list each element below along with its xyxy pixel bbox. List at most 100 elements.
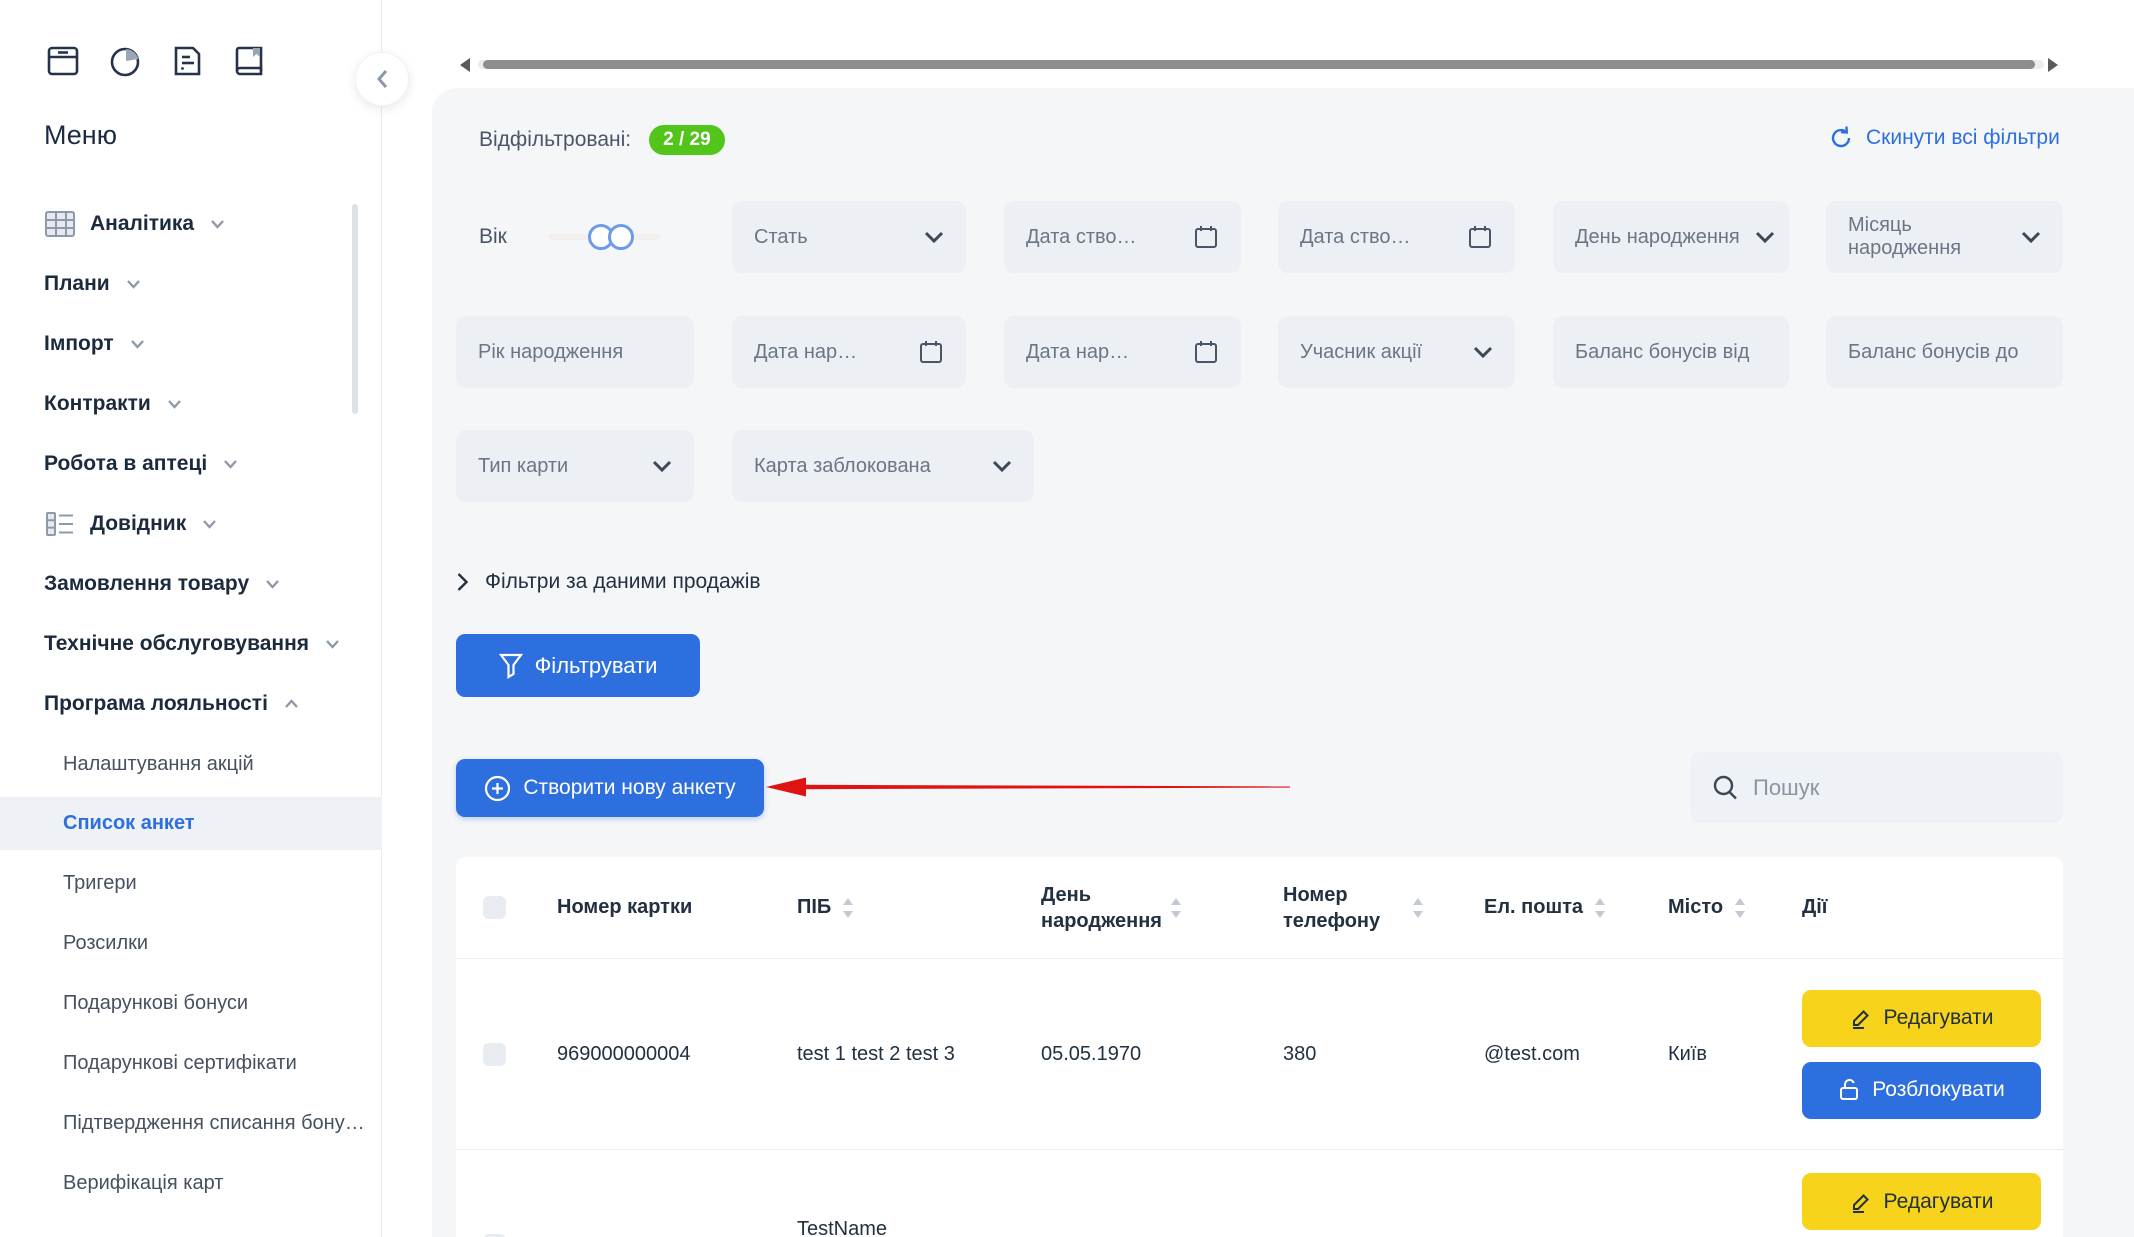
chevron-down-icon <box>652 460 672 472</box>
sidebar-item-contracts[interactable]: Контракти <box>44 388 182 420</box>
filter-gender-select[interactable]: Стать <box>732 201 966 273</box>
sidebar-scrollbar[interactable] <box>352 204 358 414</box>
age-slider-handle-max[interactable] <box>608 224 634 250</box>
sort-icon[interactable] <box>1593 897 1607 919</box>
sidebar-item-goods-order[interactable]: Замовлення товару <box>44 568 280 600</box>
sidebar-subitem-mailings[interactable]: Розсилки <box>0 917 382 970</box>
sidebar-subitem-gift-certificates[interactable]: Подарункові сертифікати <box>0 1037 382 1090</box>
table-row: 969000000004 test 1 test 2 test 3 05.05.… <box>456 959 2063 1150</box>
sidebar-item-directory[interactable]: Довідник <box>44 508 217 540</box>
filter-birth-year-input[interactable] <box>456 316 694 388</box>
cell-full-name: test 1 test 2 test 3 <box>797 1043 955 1065</box>
sidebar-subitem-triggers[interactable]: Тригери <box>0 857 382 910</box>
cell-city: Київ <box>1668 1043 1707 1065</box>
app-root: Меню Аналітика Плани Імпорт Контракти Ро… <box>0 0 2134 1237</box>
create-questionnaire-button[interactable]: Створити нову анкету <box>456 759 764 817</box>
filter-button[interactable]: Фільтрувати <box>456 634 700 697</box>
search-icon <box>1712 774 1739 801</box>
sidebar-item-label: Технічне обслуговування <box>44 632 309 656</box>
sidebar-subitem-bonus-writeoff-confirm[interactable]: Підтвердження списання бону… <box>0 1097 382 1150</box>
edit-button-label: Редагувати <box>1884 1190 1994 1214</box>
age-filter: Вік <box>479 201 507 273</box>
calendar-icon <box>918 339 944 365</box>
filter-bonus-from-input[interactable] <box>1553 316 1789 388</box>
sort-icon[interactable] <box>841 897 855 919</box>
filter-label: Місяць народження <box>1848 214 1978 260</box>
filter-label: Учасник акції <box>1300 341 1422 364</box>
cell-phone: 380 <box>1283 1043 1316 1065</box>
chevron-down-icon <box>924 231 944 243</box>
search-input[interactable] <box>1753 775 2041 801</box>
table-header-row: Номер картки ПІБ День народження Номер т… <box>456 857 2063 959</box>
sidebar-subitem-gift-bonuses[interactable]: Подарункові бонуси <box>0 977 382 1030</box>
cell-card-number: 969000000004 <box>557 1043 690 1065</box>
subitem-label: Підтвердження списання бону… <box>63 1112 365 1135</box>
birth-year-input[interactable] <box>478 341 672 364</box>
chevron-up-icon <box>284 699 299 709</box>
sidebar-item-label: Аналітика <box>90 212 194 236</box>
sort-icon[interactable] <box>1733 897 1747 919</box>
sales-filters-toggle[interactable]: Фільтри за даними продажів <box>456 570 761 594</box>
plus-circle-icon <box>484 775 511 802</box>
select-all-checkbox[interactable] <box>483 896 506 919</box>
sidebar-item-import[interactable]: Імпорт <box>44 328 145 360</box>
age-range-slider[interactable] <box>548 234 661 240</box>
sidebar-item-label: Довідник <box>90 512 186 536</box>
filter-bonus-to-input[interactable] <box>1826 316 2063 388</box>
filter-birth-month-select[interactable]: Місяць народження <box>1826 201 2063 273</box>
chevron-down-icon <box>210 219 225 229</box>
sidebar-item-pharmacy-work[interactable]: Робота в аптеці <box>44 448 238 480</box>
subitem-label: Верифікація карт <box>63 1172 223 1195</box>
sidebar-item-label: Контракти <box>44 392 151 416</box>
reset-filters-link[interactable]: Скинути всі фільтри <box>1828 125 2060 151</box>
sidebar-item-maintenance[interactable]: Технічне обслуговування <box>44 628 340 660</box>
cell-birthday: 05.05.1970 <box>1041 1043 1141 1065</box>
funnel-icon <box>499 653 523 679</box>
header-full-name: ПІБ <box>797 896 831 919</box>
filter-birth-date-to[interactable]: Дата нар… <box>1004 316 1241 388</box>
sidebar-item-analytics[interactable]: Аналітика <box>44 208 225 240</box>
filter-card-blocked-select[interactable]: Карта заблокована <box>732 430 1034 502</box>
subitem-label: Подарункові сертифікати <box>63 1052 297 1075</box>
header-city: Місто <box>1668 896 1723 919</box>
filter-label: Стать <box>754 226 808 249</box>
menu-title: Меню <box>44 120 117 151</box>
sidebar-collapse-button[interactable] <box>355 52 409 106</box>
filter-card-type-select[interactable]: Тип карти <box>456 430 694 502</box>
search-box <box>1690 752 2063 823</box>
chevron-left-icon <box>374 68 390 90</box>
filter-label: Дата нар… <box>754 341 857 364</box>
table-row: 000022 TestName TestSurname 15.08.1980 3… <box>456 1150 2063 1237</box>
book-icon[interactable] <box>226 38 272 84</box>
bonus-to-input[interactable] <box>1848 341 2041 364</box>
filter-label: Дата ство… <box>1300 226 1411 249</box>
filter-birth-date-from[interactable]: Дата нар… <box>732 316 966 388</box>
chevron-down-icon <box>126 279 141 289</box>
edit-button[interactable]: Редагувати <box>1802 1173 2041 1230</box>
filter-date-created-from[interactable]: Дата ство… <box>1004 201 1241 273</box>
sidebar-subitem-questionnaire-list[interactable]: Список анкет <box>0 797 382 850</box>
sidebar-item-loyalty-program[interactable]: Програма лояльності <box>44 688 299 720</box>
sidebar-subitem-promo-settings[interactable]: Налаштування акцій <box>0 738 382 791</box>
filter-date-created-to[interactable]: Дата ство… <box>1278 201 1515 273</box>
filter-promo-member-select[interactable]: Учасник акції <box>1278 316 1515 388</box>
sort-icon[interactable] <box>1169 897 1183 919</box>
sidebar-top-icons <box>40 38 272 84</box>
chevron-down-icon <box>202 519 217 529</box>
create-button-label: Створити нову анкету <box>523 776 735 800</box>
row-checkbox[interactable] <box>483 1043 506 1066</box>
sort-icon[interactable] <box>1411 897 1425 919</box>
document-icon[interactable] <box>164 38 210 84</box>
unblock-button[interactable]: Розблокувати <box>1802 1062 2041 1119</box>
subitem-label: Тригери <box>63 872 137 895</box>
archive-icon[interactable] <box>40 38 86 84</box>
sidebar-item-plans[interactable]: Плани <box>44 268 141 300</box>
grid-icon <box>44 208 76 240</box>
sidebar-subitem-card-verification[interactable]: Верифікація карт <box>0 1157 382 1210</box>
chevron-down-icon <box>265 579 280 589</box>
filter-birth-day-select[interactable]: День народження <box>1553 201 1789 273</box>
edit-button[interactable]: Редагувати <box>1802 990 2041 1047</box>
bonus-from-input[interactable] <box>1575 341 1767 364</box>
header-email: Ел. пошта <box>1484 896 1583 919</box>
pie-chart-icon[interactable] <box>102 38 148 84</box>
